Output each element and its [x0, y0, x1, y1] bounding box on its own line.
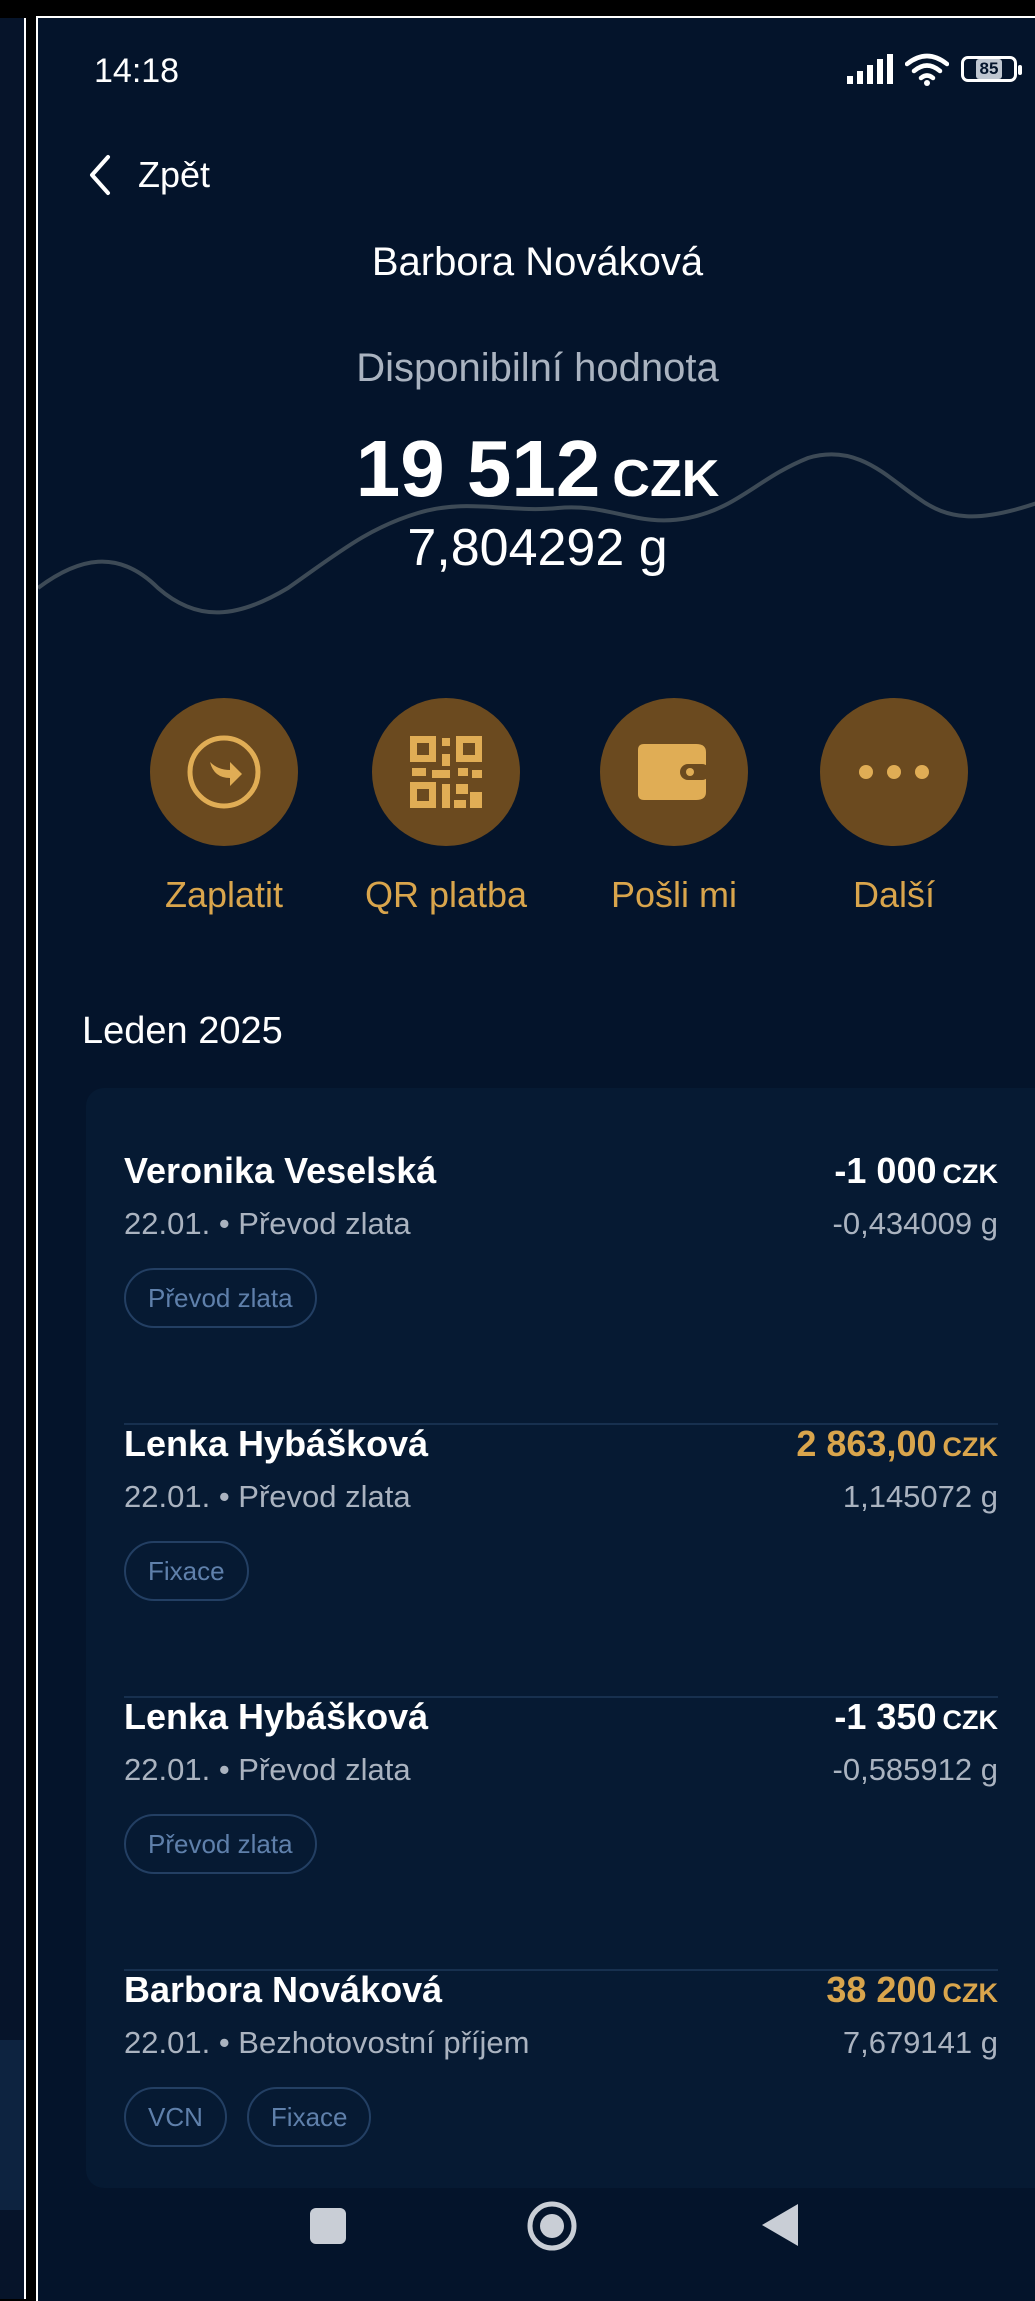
- account-holder-name: Barbora Nováková: [371, 240, 704, 284]
- transaction-row[interactable]: Lenka Hybášková 22.01. • Převod zlata -1…: [124, 1696, 998, 1971]
- arrow-circle-icon: [187, 735, 261, 809]
- signal-icon: [847, 54, 893, 84]
- transaction-tags: Fixace: [124, 1541, 249, 1601]
- transaction-row[interactable]: Veronika Veselská 22.01. • Převod zlata …: [124, 1150, 998, 1425]
- back-label: Zpět: [138, 154, 211, 195]
- transaction-subtitle: 22.01. • Převod zlata: [124, 1206, 411, 1241]
- system-navigation-bar: [38, 2188, 1035, 2301]
- pay-button[interactable]: Zaplatit: [124, 698, 324, 916]
- more-button[interactable]: Další: [794, 698, 994, 916]
- transaction-subtitle: 22.01. • Převod zlata: [124, 1479, 411, 1514]
- square-icon: [310, 2208, 346, 2244]
- transaction-tag: Převod zlata: [124, 1268, 317, 1328]
- transaction-subtitle: 22.01. • Převod zlata: [124, 1752, 411, 1787]
- pay-label: Zaplatit: [164, 874, 284, 915]
- back-nav-button[interactable]: [758, 2202, 800, 2253]
- transaction-amount: -1 350 CZK: [834, 1696, 998, 1737]
- request-money-label: Pošli mi: [610, 874, 738, 915]
- transaction-subtitle: 22.01. • Bezhotovostní příjem: [124, 2025, 530, 2060]
- status-icons: 85: [847, 52, 1022, 86]
- quick-actions: Zaplatit QR platba Pošli mi Další: [38, 698, 1035, 948]
- request-money-button[interactable]: Pošli mi: [574, 698, 774, 916]
- transaction-tags: VCN Fixace: [124, 2087, 372, 2147]
- transaction-tags: Převod zlata: [124, 1268, 317, 1328]
- recents-button[interactable]: [308, 2206, 348, 2251]
- qr-payment-label: QR platba: [364, 874, 528, 915]
- transaction-amount: 2 863,00 CZK: [796, 1423, 998, 1464]
- transaction-tag: Fixace: [246, 2087, 372, 2147]
- background-window: [0, 18, 26, 2299]
- battery-icon: 85: [961, 56, 1022, 82]
- background-window-edge: [0, 0, 34, 2299]
- transaction-tag: Fixace: [124, 1541, 249, 1601]
- transaction-grams: -0,585912 g: [832, 1752, 998, 1787]
- balance-value: 19 512 CZK: [38, 423, 1035, 515]
- transaction-grams: -0,434009 g: [832, 1206, 998, 1241]
- transaction-grams: 7,679141 g: [842, 2025, 998, 2060]
- transaction-list: Veronika Veselská 22.01. • Převod zlata …: [86, 1088, 1035, 2188]
- transaction-name: Lenka Hybášková: [124, 1696, 429, 1737]
- balance-label: Disponibilní hodnota: [356, 346, 719, 390]
- wifi-icon: [905, 53, 949, 86]
- transaction-name: Barbora Nováková: [124, 1969, 443, 2010]
- home-button[interactable]: [526, 2200, 578, 2257]
- qr-payment-button[interactable]: QR platba: [346, 698, 546, 916]
- transaction-amount: -1 000 CZK: [834, 1150, 998, 1191]
- balance-grams: 7,804292 g: [407, 519, 668, 577]
- more-icon: [859, 765, 929, 779]
- qr-code-icon: [410, 736, 482, 808]
- back-button[interactable]: Zpět: [88, 154, 210, 196]
- chevron-left-icon: [90, 155, 110, 195]
- balance-currency: CZK: [612, 450, 720, 508]
- transaction-tag: Převod zlata: [124, 1814, 317, 1874]
- circle-icon: [527, 2201, 577, 2251]
- transaction-name: Lenka Hybášková: [124, 1423, 429, 1464]
- transaction-tags: Převod zlata: [124, 1814, 317, 1874]
- transaction-amount: 38 200 CZK: [826, 1969, 998, 2010]
- phone-screen: 14:18 85 Zpět Barbora Nováková Disponibi…: [36, 16, 1035, 2301]
- triangle-back-icon: [762, 2204, 798, 2246]
- transaction-tag: VCN: [124, 2087, 227, 2147]
- transaction-name: Veronika Veselská: [124, 1150, 437, 1191]
- balance-amount: 19 512: [355, 424, 601, 513]
- transaction-row[interactable]: Lenka Hybášková 22.01. • Převod zlata 2 …: [124, 1423, 998, 1698]
- more-label: Další: [852, 874, 936, 915]
- battery-level: 85: [975, 59, 1003, 79]
- month-heading: Leden 2025: [82, 1010, 283, 1052]
- status-time: 14:18: [94, 52, 180, 90]
- wallet-icon: [638, 744, 710, 800]
- status-bar: 14:18 85: [38, 18, 1035, 118]
- transaction-grams: 1,145072 g: [842, 1479, 998, 1514]
